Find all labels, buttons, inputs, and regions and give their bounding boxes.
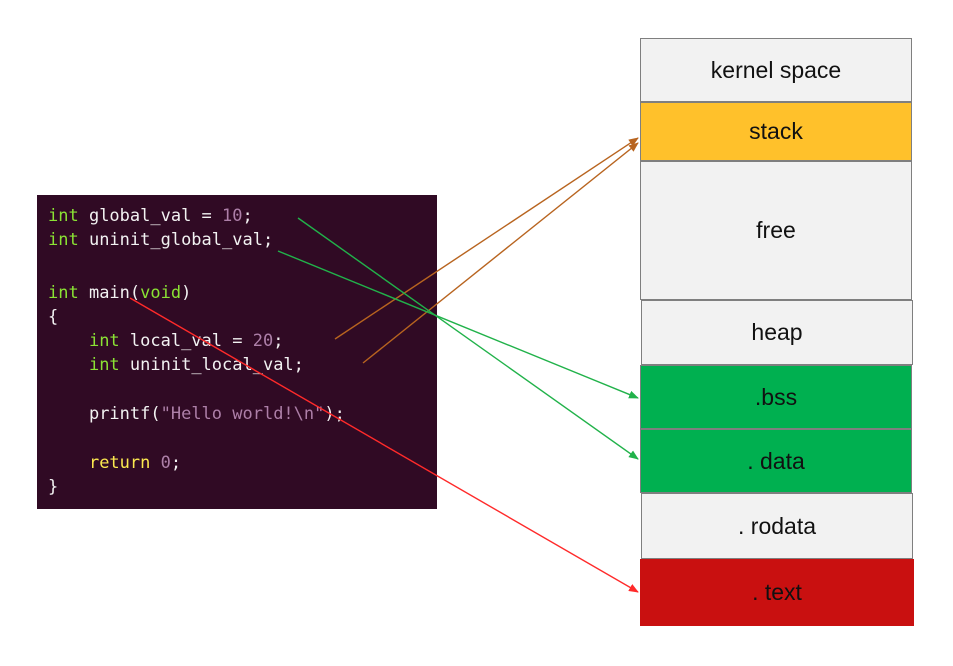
segment-bss-label: .bss xyxy=(754,383,798,410)
segment-stack-label: stack xyxy=(749,118,803,144)
code-line-main: int main(void) xyxy=(48,283,192,303)
segment-data-label: . data xyxy=(747,447,805,474)
code-line-open-brace: { xyxy=(48,307,59,327)
segment-free-label: free xyxy=(756,217,796,243)
code-panel: int global_val = 10; int uninit_global_v… xyxy=(37,195,437,509)
segment-rodata: . rodata xyxy=(641,493,913,559)
code-line-local-val: int local_val = 20; xyxy=(88,331,284,351)
segment-rodata-label: . rodata xyxy=(738,512,816,539)
code-line-printf: printf("Hello world!\n"); xyxy=(88,404,345,424)
segment-stack: stack xyxy=(640,102,912,161)
code-line-uninit-global-val: int uninit_global_val; xyxy=(48,230,274,250)
code-line-return: return 0; xyxy=(88,453,182,473)
segment-free: free xyxy=(640,161,912,300)
segment-heap: heap xyxy=(641,300,913,365)
segment-kernel-space: kernel space xyxy=(640,38,912,102)
segment-bss: .bss xyxy=(640,365,912,429)
segment-text: . text xyxy=(640,559,914,626)
code-line-uninit-local-val: int uninit_local_val; xyxy=(88,355,304,375)
code-line-close-brace: } xyxy=(48,477,59,497)
segment-heap-label: heap xyxy=(751,319,803,345)
segment-text-label: . text xyxy=(752,579,802,605)
segment-data: . data xyxy=(640,429,912,493)
segment-kernel-space-label: kernel space xyxy=(710,56,842,83)
code-line-global-val: int global_val = 10; xyxy=(48,206,253,226)
